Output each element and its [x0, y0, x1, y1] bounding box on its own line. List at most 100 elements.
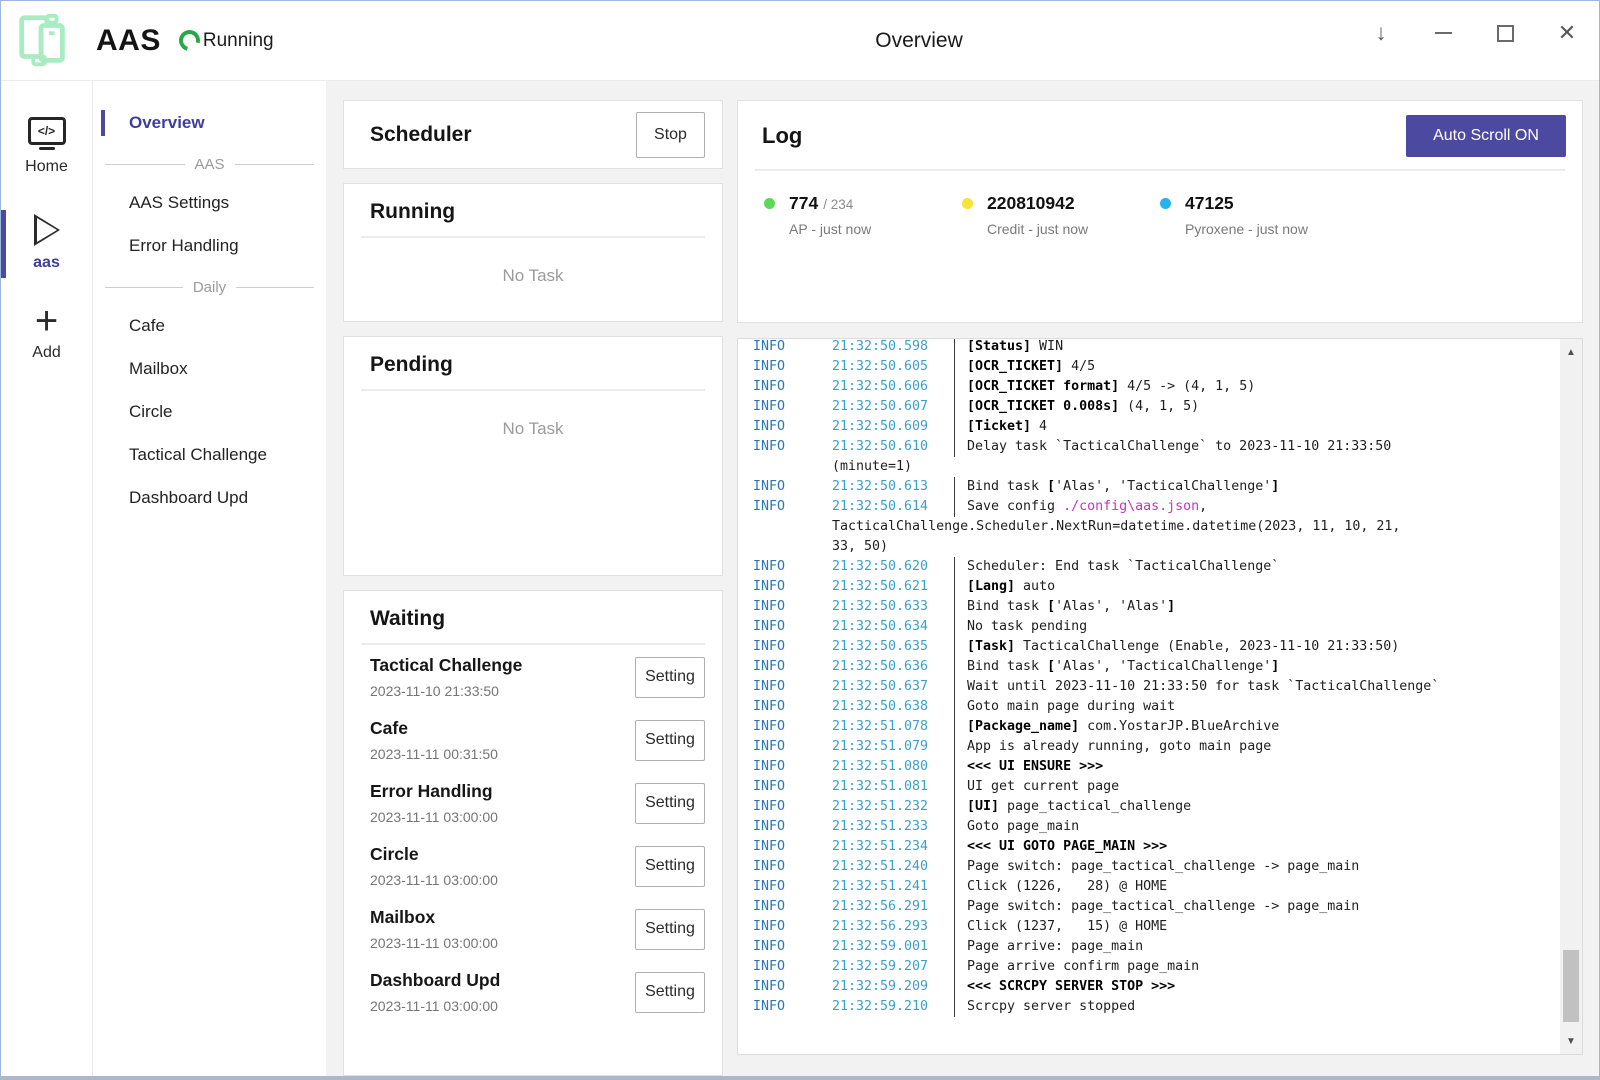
sidebar-item-circle[interactable]: Circle — [93, 392, 326, 432]
sidebar-item-overview[interactable]: Overview — [93, 103, 326, 143]
page-title: Overview — [875, 29, 963, 53]
stat-credit: 220810942Credit - just now — [962, 193, 1160, 237]
rail-item-home[interactable]: </> Home — [1, 107, 92, 188]
log-line: INFO21:32:51.232[UI] page_tactical_chall… — [753, 797, 1560, 817]
log-line: (minute=1) — [753, 457, 1560, 477]
task-next-run: 2023-11-11 03:00:00 — [370, 872, 498, 888]
rail-label: Add — [32, 344, 60, 362]
stop-button[interactable]: Stop — [636, 112, 705, 158]
pending-empty-text: No Task — [344, 391, 722, 439]
app-status: Running — [203, 30, 274, 52]
log-line: TacticalChallenge.Scheduler.NextRun=date… — [753, 517, 1560, 537]
pending-title: Pending — [344, 337, 722, 389]
log-line: INFO21:32:51.233Goto page_main — [753, 817, 1560, 837]
stat-pyroxene: 47125Pyroxene - just now — [1160, 193, 1358, 237]
waiting-list: Tactical Challenge 2023-11-10 21:33:50 Set… — [344, 645, 722, 1023]
sidebar-item-mailbox[interactable]: Mailbox — [93, 349, 326, 389]
auto-scroll-button[interactable]: Auto Scroll ON — [1406, 115, 1566, 157]
log-line: INFO21:32:50.610Delay task `TacticalChal… — [753, 437, 1560, 457]
stat-dot-icon — [962, 198, 973, 209]
scroll-down-icon[interactable]: ▼ — [1560, 1030, 1582, 1052]
waiting-title: Waiting — [344, 591, 722, 643]
app-logo — [12, 10, 74, 72]
setting-button[interactable]: Setting — [635, 657, 705, 698]
task-next-run: 2023-11-11 03:00:00 — [370, 809, 498, 825]
rail-label: Home — [25, 158, 68, 176]
log-line: INFO21:32:59.001Page arrive: page_main — [753, 937, 1560, 957]
scheduler-card: Scheduler Stop — [343, 100, 723, 169]
log-line: INFO21:32:51.080<<< UI ENSURE >>> — [753, 757, 1560, 777]
sidebar-group-divider: Daily — [93, 269, 326, 306]
rail-item-add[interactable]: + Add — [1, 296, 92, 374]
rail-label: aas — [33, 254, 60, 272]
log-view[interactable]: INFO21:32:50.598[Status] WININFO21:32:50… — [737, 338, 1583, 1055]
log-line: INFO21:32:59.210Scrcpy server stopped — [753, 997, 1560, 1017]
stat-ap: 774/ 234AP - just now — [764, 193, 962, 237]
task-next-run: 2023-11-11 00:31:50 — [370, 746, 498, 762]
log-line: INFO21:32:50.621[Lang] auto — [753, 577, 1560, 597]
setting-button[interactable]: Setting — [635, 909, 705, 950]
setting-button[interactable]: Setting — [635, 972, 705, 1013]
task-next-run: 2023-11-11 03:00:00 — [370, 935, 498, 951]
close-icon[interactable]: ✕ — [1553, 19, 1581, 47]
log-line: INFO21:32:50.635[Task] TacticalChallenge… — [753, 637, 1560, 657]
log-line: INFO21:32:50.598[Status] WIN — [753, 339, 1560, 357]
sidebar-item-dashboard-upd[interactable]: Dashboard Upd — [93, 478, 326, 518]
log-line: INFO21:32:50.637Wait until 2023-11-10 21… — [753, 677, 1560, 697]
waiting-task-row: Cafe2023-11-11 00:31:50Setting — [344, 708, 722, 771]
scroll-up-icon[interactable]: ▲ — [1560, 341, 1582, 363]
download-icon[interactable]: ↓ — [1367, 19, 1395, 47]
task-name: Mailbox — [370, 907, 498, 928]
pending-card: Pending No Task — [343, 336, 723, 576]
rail-item-aas[interactable]: aas — [1, 204, 92, 284]
log-line: INFO21:32:51.234<<< UI GOTO PAGE_MAIN >>… — [753, 837, 1560, 857]
log-scrollbar[interactable]: ▲ ▼ — [1560, 339, 1582, 1054]
maximize-icon[interactable] — [1491, 19, 1519, 47]
waiting-task-row: Dashboard Upd 2023-11-11 03:00:00 Setting — [344, 960, 722, 1023]
log-line: INFO21:32:50.613Bind task ['Alas', 'Tact… — [753, 477, 1560, 497]
app-window: AAS Running Overview ↓ ✕ </> Home aas + … — [0, 0, 1600, 1080]
task-name: Circle — [370, 844, 498, 865]
sidebar-item-cafe[interactable]: Cafe — [93, 306, 326, 346]
log-line: INFO21:32:50.605[OCR_TICKET] 4/5 — [753, 357, 1560, 377]
titlebar: AAS Running Overview ↓ ✕ — [1, 1, 1599, 81]
setting-button[interactable]: Setting — [635, 720, 705, 761]
task-name: Error Handling — [370, 781, 498, 802]
log-line: 33, 50) — [753, 537, 1560, 557]
log-card: Log Auto Scroll ON 774/ 234AP - just now… — [737, 100, 1583, 323]
main-area: Scheduler Stop Running No Task Pending N… — [326, 81, 1599, 1076]
home-code-icon: </> — [28, 117, 66, 145]
scrollbar-thumb[interactable] — [1563, 950, 1579, 1022]
waiting-card: Waiting Tactical Challenge 2023-11-10 21:… — [343, 590, 723, 1076]
task-next-run: 2023-11-11 03:00:00 — [370, 998, 500, 1014]
setting-button[interactable]: Setting — [635, 846, 705, 887]
sidebar-item-aas-settings[interactable]: AAS Settings — [93, 183, 326, 223]
plus-icon: + — [35, 306, 58, 336]
log-line: INFO21:32:59.209<<< SCRCPY SERVER STOP >… — [753, 977, 1560, 997]
log-line: INFO21:32:50.634No task pending — [753, 617, 1560, 637]
running-title: Running — [344, 184, 722, 236]
sidebar-item-tactical-challenge[interactable]: Tactical Challenge — [93, 435, 326, 475]
log-line: INFO21:32:56.293Click (1237, 15) @ HOME — [753, 917, 1560, 937]
log-title: Log — [762, 123, 802, 149]
task-name: Tactical Challenge — [370, 655, 522, 676]
minimize-icon[interactable] — [1429, 19, 1457, 47]
waiting-task-row: Tactical Challenge 2023-11-10 21:33:50 Set… — [344, 645, 722, 708]
waiting-task-row: Error Handling 2023-11-11 03:00:00 Setting — [344, 771, 722, 834]
log-line: INFO21:32:50.614Save config ./config\aas… — [753, 497, 1560, 517]
play-icon — [34, 214, 60, 246]
log-line: INFO21:32:50.609[Ticket] 4 — [753, 417, 1560, 437]
log-line: INFO21:32:50.636Bind task ['Alas', 'Tact… — [753, 657, 1560, 677]
nav-rail: </> Home aas + Add — [1, 81, 93, 1076]
scheduler-title: Scheduler — [370, 123, 472, 147]
setting-button[interactable]: Setting — [635, 783, 705, 824]
task-name: Dashboard Upd — [370, 970, 500, 991]
running-empty-text: No Task — [344, 238, 722, 286]
log-line: INFO21:32:50.633Bind task ['Alas', 'Alas… — [753, 597, 1560, 617]
log-line: INFO21:32:51.241Click (1226, 28) @ HOME — [753, 877, 1560, 897]
waiting-task-row: Circle 2023-11-11 03:00:00 Setting — [344, 834, 722, 897]
sidebar-item-error-handling[interactable]: Error Handling — [93, 226, 326, 266]
task-next-run: 2023-11-10 21:33:50 — [370, 683, 522, 699]
log-line: INFO21:32:50.607[OCR_TICKET 0.008s] (4, … — [753, 397, 1560, 417]
running-card: Running No Task — [343, 183, 723, 322]
